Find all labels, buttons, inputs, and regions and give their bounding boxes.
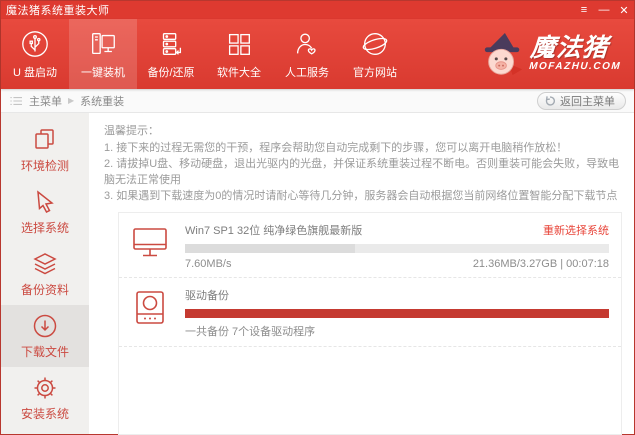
nav-item-usb-boot[interactable]: U 盘启动 xyxy=(1,19,69,89)
backup-title: 驱动备份 xyxy=(185,290,229,302)
main-nav: U 盘启动 一键装机 备份/还原 软件大全 人工服务 官方网站 魔法猪 MOFA… xyxy=(1,19,634,89)
brand-name: 魔法猪 xyxy=(529,34,610,62)
backup-summary: 一共备份 7个设备驱动程序 xyxy=(185,326,316,338)
download-info: Win7 SP1 32位 纯净绿色旗舰最新版 重新选择系统 7.60MB/s 2… xyxy=(185,222,609,270)
nav-item-backup-restore[interactable]: 备份/还原 xyxy=(137,19,205,89)
gear-icon xyxy=(34,377,56,398)
download-speed: 7.60MB/s xyxy=(185,258,232,270)
reselect-system-link[interactable]: 重新选择系统 xyxy=(543,222,609,238)
backup-progress-fill xyxy=(185,309,609,318)
drive-icon xyxy=(131,289,171,329)
pig-mascot-icon xyxy=(484,33,523,76)
backup-restore-icon xyxy=(162,32,182,55)
content-area: 温馨提示： 1. 接下来的过程无需您的干预，程序会帮助您自动完成剩下的步骤，您可… xyxy=(89,113,634,435)
nav-label: 人工服务 xyxy=(285,66,329,79)
backup-progress-bar xyxy=(185,309,609,318)
undo-arrow-icon xyxy=(545,95,555,106)
cursor-icon xyxy=(37,189,54,213)
software-grid-icon xyxy=(228,33,250,55)
brand-wordmark: 魔法猪 MOFAZHU.COM xyxy=(528,34,624,72)
back-button-label: 返回主菜单 xyxy=(560,95,615,108)
tips-title: 温馨提示： xyxy=(104,125,159,137)
step-sidebar: 环境检测 选择系统 备份资料 下载文件 安装系统 xyxy=(1,113,89,434)
download-panel: Win7 SP1 32位 纯净绿色旗舰最新版 重新选择系统 7.60MB/s 2… xyxy=(118,212,622,435)
minimize-icon[interactable]: — xyxy=(594,1,614,19)
download-progress-bar xyxy=(185,244,609,253)
menu-icon[interactable]: ≡ xyxy=(574,1,594,19)
breadcrumb-root[interactable]: 主菜单 xyxy=(29,93,62,109)
monitor-icon xyxy=(131,224,171,264)
download-icon xyxy=(33,314,57,337)
sidebar-item-install-system[interactable]: 安装系统 xyxy=(1,367,89,429)
computer-icon xyxy=(92,32,115,54)
sidebar-item-backup-data[interactable]: 备份资料 xyxy=(1,243,89,305)
sidebar-label: 备份资料 xyxy=(20,282,69,297)
app-window: 魔法猪系统重装大师 ≡ — ✕ U 盘启动 一键装机 备份/还原 软件大全 人工… xyxy=(0,0,635,435)
backup-info: 驱动备份 一共备份 7个设备驱动程序 xyxy=(185,287,609,339)
brand-logo: 魔法猪 MOFAZHU.COM xyxy=(480,19,622,89)
tip-line: 3. 如果遇到下载速度为0的情况时请耐心等待几分钟，服务器会自动根据您当前网络位… xyxy=(104,190,618,202)
download-progress-fill xyxy=(185,244,355,253)
usb-icon xyxy=(22,30,48,57)
nav-item-human-service[interactable]: 人工服务 xyxy=(273,19,341,89)
sidebar-label: 选择系统 xyxy=(20,220,69,235)
sidebar-label: 安装系统 xyxy=(20,406,69,421)
breadcrumb-current: 系统重装 xyxy=(80,95,125,108)
chevron-right-icon: ▶ xyxy=(68,96,75,105)
brand-domain: MOFAZHU.COM xyxy=(528,61,622,72)
list-icon xyxy=(10,96,22,105)
window-controls: ≡ — ✕ xyxy=(574,1,634,19)
support-person-icon xyxy=(296,33,316,55)
globe-icon xyxy=(362,32,388,55)
sidebar-item-env-check[interactable]: 环境检测 xyxy=(1,119,89,181)
nav-label: 官方网站 xyxy=(353,66,397,79)
close-icon[interactable]: ✕ xyxy=(614,1,634,19)
window-title: 魔法猪系统重装大师 xyxy=(6,5,110,17)
nav-label: U 盘启动 xyxy=(13,66,57,79)
documents-icon xyxy=(35,128,54,149)
nav-label: 一键装机 xyxy=(81,66,125,79)
body: 环境检测 选择系统 备份资料 下载文件 安装系统 温馨提示： 1. 接下来的过程… xyxy=(1,113,634,435)
nav-item-software-collection[interactable]: 软件大全 xyxy=(205,19,273,89)
tip-line: 1. 接下来的过程无需您的干预，程序会帮助您自动完成剩下的步骤，您可以离开电脑稍… xyxy=(104,142,568,154)
nav-item-official-site[interactable]: 官方网站 xyxy=(341,19,409,89)
sidebar-label: 下载文件 xyxy=(20,344,69,359)
sidebar-item-download-files[interactable]: 下载文件 xyxy=(1,305,89,367)
warm-tips: 温馨提示： 1. 接下来的过程无需您的干预，程序会帮助您自动完成剩下的步骤，您可… xyxy=(104,123,626,204)
tip-line: 2. 请拔掉U盘、移动硬盘，退出光驱内的光盘，并保证系统重装过程不断电。否则重装… xyxy=(104,158,620,186)
download-row-win7: Win7 SP1 32位 纯净绿色旗舰最新版 重新选择系统 7.60MB/s 2… xyxy=(119,213,621,278)
layers-icon xyxy=(33,252,57,274)
back-to-menu-button[interactable]: 返回主菜单 xyxy=(537,91,626,110)
sidebar-item-select-system[interactable]: 选择系统 xyxy=(1,181,89,243)
breadcrumb-bar: 主菜单 ▶ 系统重装 返回主菜单 xyxy=(1,89,634,113)
download-stats: 21.36MB/3.27GB | 00:07:18 xyxy=(472,258,609,270)
download-row-driver-backup: 驱动备份 一共备份 7个设备驱动程序 xyxy=(119,278,621,347)
nav-label: 备份/还原 xyxy=(147,66,195,79)
download-title: Win7 SP1 32位 纯净绿色旗舰最新版 xyxy=(185,225,363,237)
nav-label: 软件大全 xyxy=(217,66,261,79)
nav-item-one-click-install[interactable]: 一键装机 xyxy=(69,19,137,89)
title-bar: 魔法猪系统重装大师 ≡ — ✕ xyxy=(1,1,634,19)
sidebar-label: 环境检测 xyxy=(20,158,69,173)
